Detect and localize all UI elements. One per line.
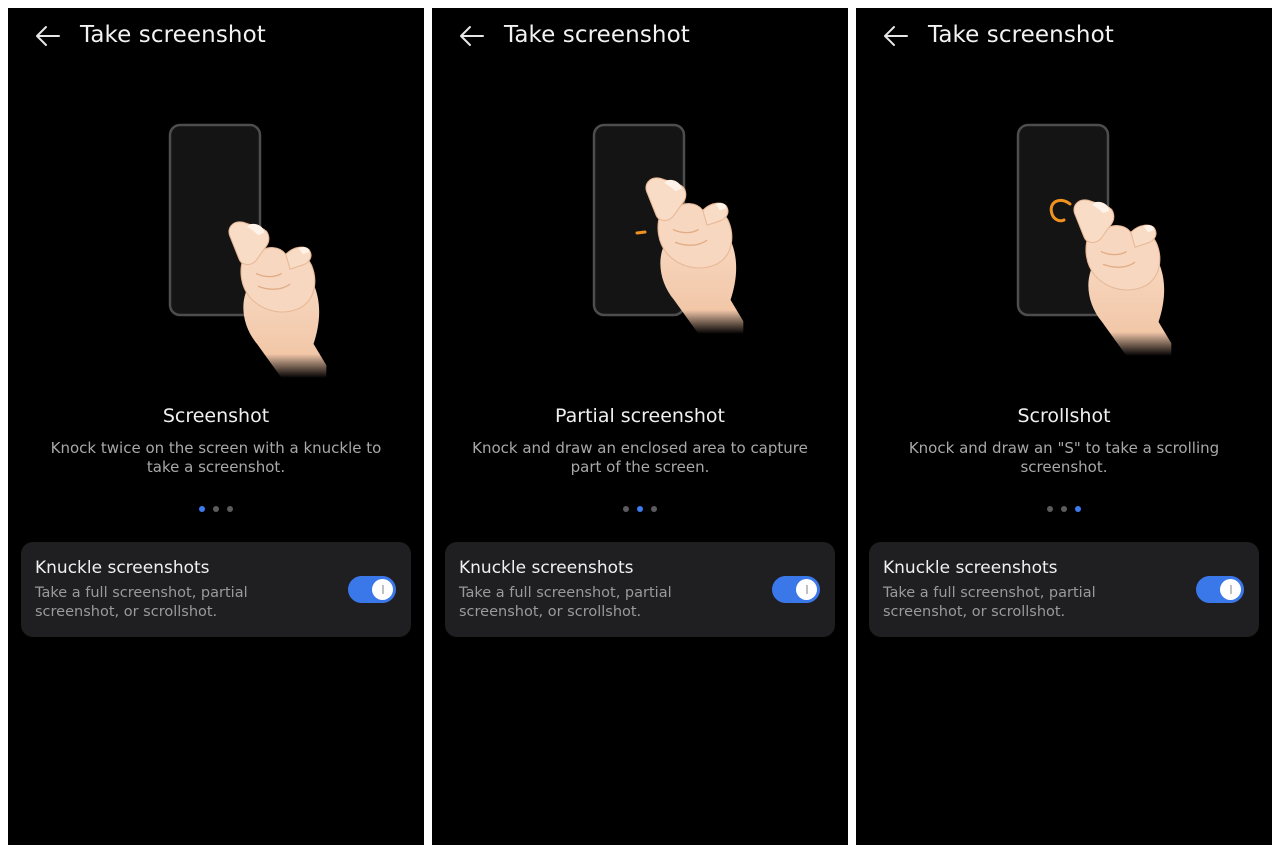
toggle-knob (372, 579, 393, 600)
mode-description: Knock and draw an enclosed area to captu… (472, 439, 808, 476)
scrollshot-guide-panel: Take screenshot Scrollshot Knock and dra… (856, 8, 1272, 845)
setting-description: Take a full screenshot, partial screensh… (35, 585, 248, 620)
page-dot[interactable] (1061, 506, 1067, 512)
page-title: Take screenshot (80, 22, 266, 48)
page-dot[interactable] (1047, 506, 1053, 512)
setting-title: Knuckle screenshots (883, 558, 1058, 578)
app-bar: Take screenshot (432, 8, 848, 64)
gesture-illustration (856, 108, 1272, 398)
mode-description: Knock and draw an "S" to take a scrollin… (908, 439, 1220, 476)
back-arrow-icon (884, 26, 908, 46)
mode-description: Knock twice on the screen with a knuckle… (50, 439, 382, 476)
toggle-knob (1220, 579, 1241, 600)
page-indicator (432, 506, 848, 514)
gesture-illustration (432, 108, 848, 398)
gesture-trace (635, 230, 647, 235)
knuckle-screenshots-toggle[interactable] (1196, 576, 1244, 603)
page-indicator (856, 506, 1272, 514)
setting-title: Knuckle screenshots (35, 558, 210, 578)
app-bar: Take screenshot (8, 8, 424, 64)
setting-title: Knuckle screenshots (459, 558, 634, 578)
knuckle-screenshots-toggle[interactable] (348, 576, 396, 603)
mode-title: Scrollshot (1017, 405, 1111, 427)
mode-title: Partial screenshot (555, 405, 725, 427)
partial-screenshot-guide-panel: Take screenshot Partial screenshot Knock… (432, 8, 848, 845)
toggle-knob (796, 579, 817, 600)
page-title: Take screenshot (504, 22, 690, 48)
page-dot[interactable] (637, 506, 643, 512)
knuckle-screenshots-toggle[interactable] (772, 576, 820, 603)
knuckle-screenshots-setting[interactable]: Knuckle screenshots Take a full screensh… (21, 542, 411, 637)
back-button[interactable] (880, 20, 912, 52)
back-button[interactable] (456, 20, 488, 52)
mode-title: Screenshot (162, 405, 270, 427)
page-dot[interactable] (213, 506, 219, 512)
screenshot-guide-panel: Take screenshot Screenshot Knock twice o… (8, 8, 424, 845)
page-dot[interactable] (651, 506, 657, 512)
app-bar: Take screenshot (856, 8, 1272, 64)
knuckle-screenshots-setting[interactable]: Knuckle screenshots Take a full screensh… (445, 542, 835, 637)
back-button[interactable] (32, 20, 64, 52)
page-dot[interactable] (1075, 506, 1081, 512)
back-arrow-icon (36, 26, 60, 46)
page-dot[interactable] (227, 506, 233, 512)
gesture-illustration (8, 108, 424, 398)
page-indicator (8, 506, 424, 514)
knuckle-screenshots-setting[interactable]: Knuckle screenshots Take a full screensh… (869, 542, 1259, 637)
page-dot[interactable] (623, 506, 629, 512)
page-dot[interactable] (199, 506, 205, 512)
setting-description: Take a full screenshot, partial screensh… (459, 585, 672, 620)
page-title: Take screenshot (928, 22, 1114, 48)
setting-description: Take a full screenshot, partial screensh… (883, 585, 1096, 620)
back-arrow-icon (460, 26, 484, 46)
